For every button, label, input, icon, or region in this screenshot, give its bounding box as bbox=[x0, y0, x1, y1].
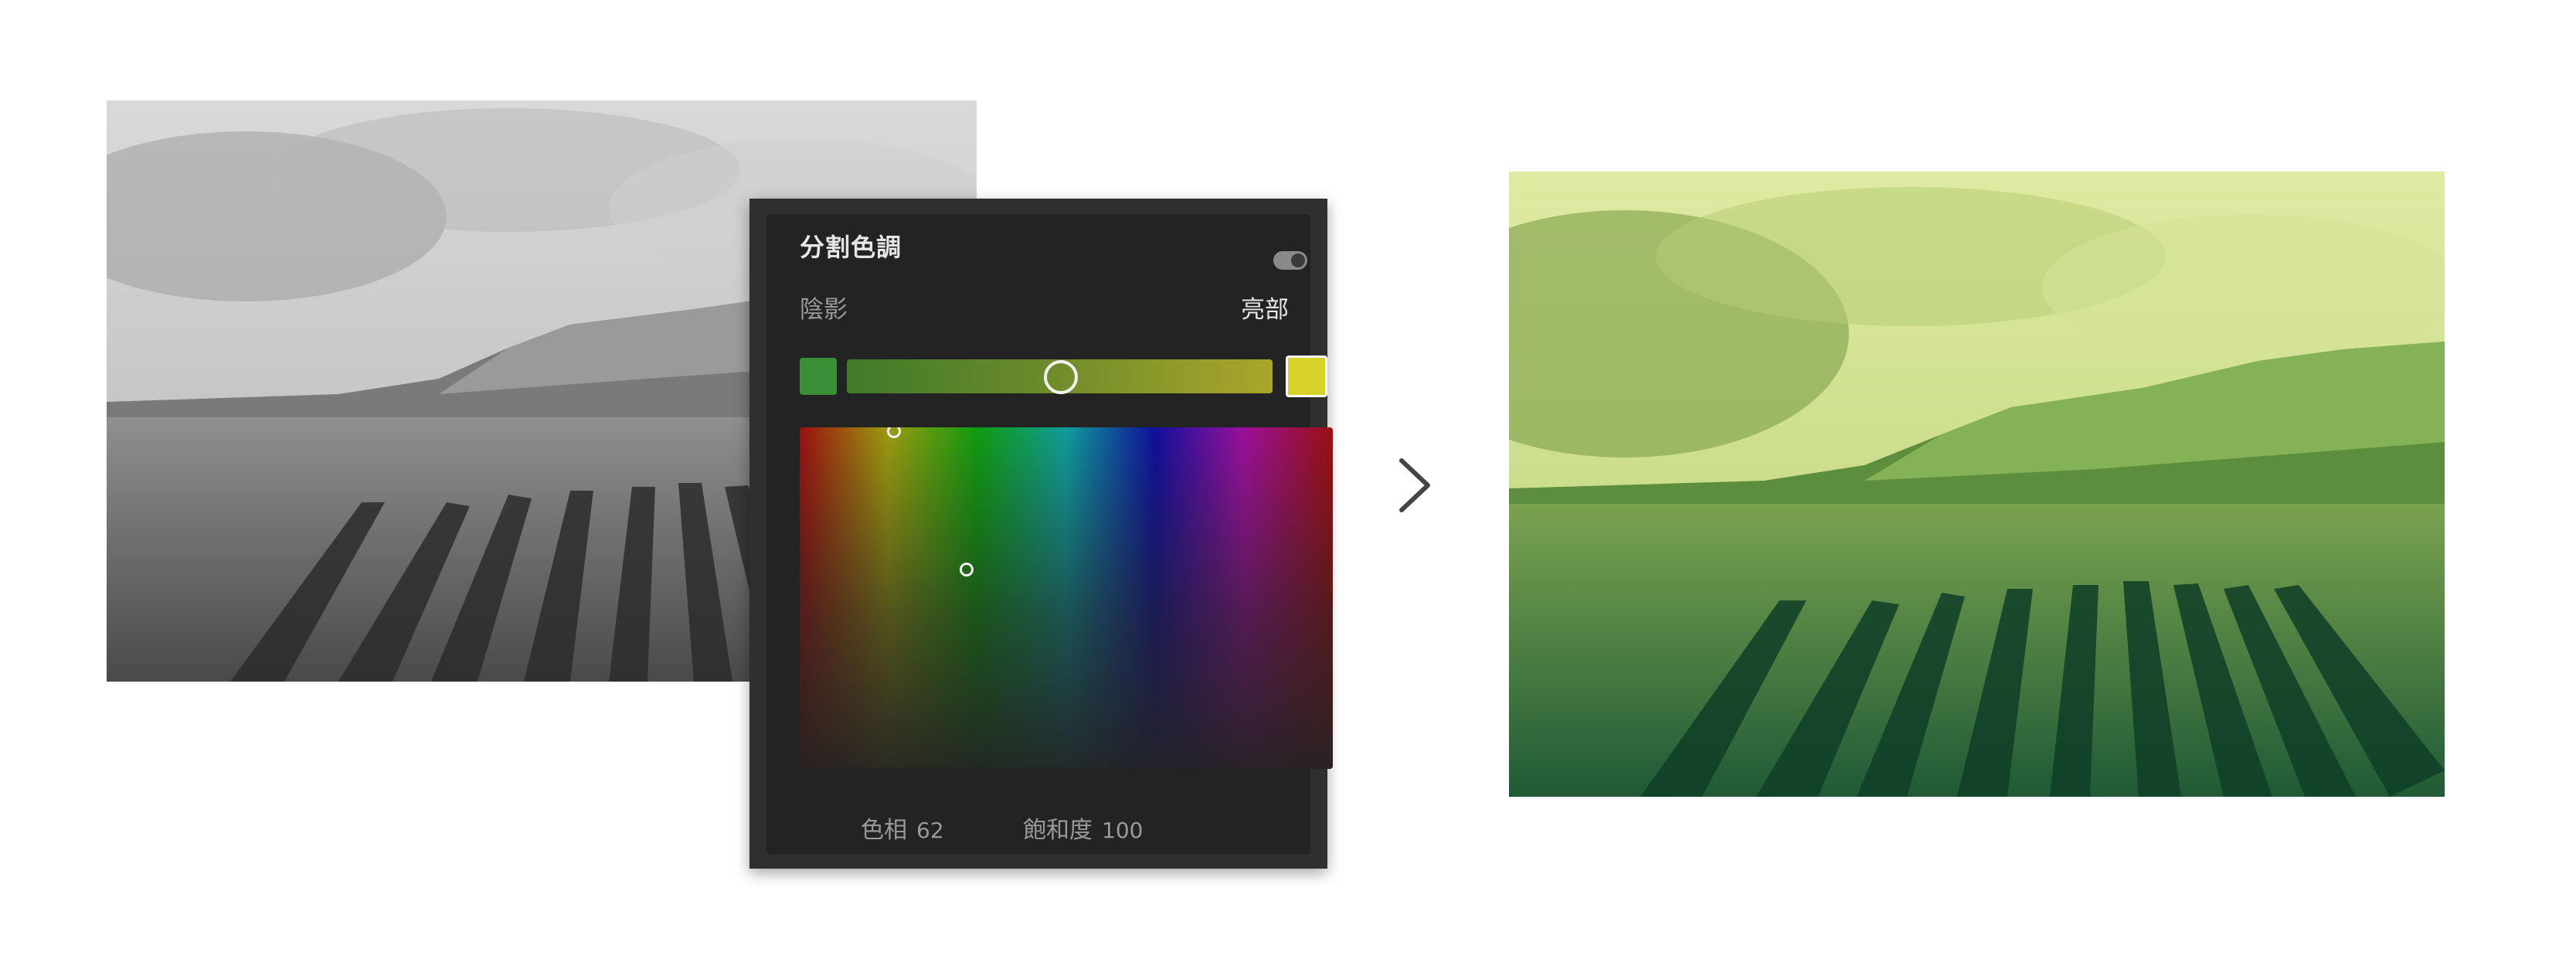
saturation-readout: 飽和度 100 bbox=[1023, 811, 1143, 845]
comparison-stage: 分割色調 陰影 亮部 色相 62 飽和度 100 bbox=[0, 0, 2576, 966]
saturation-value: 100 bbox=[1102, 818, 1144, 843]
toned-result-photo bbox=[1509, 172, 2445, 797]
split-toning-panel-body: 分割色調 陰影 亮部 色相 62 飽和度 100 bbox=[766, 214, 1333, 855]
balance-slider-thumb[interactable] bbox=[1044, 360, 1078, 394]
panel-title: 分割色調 bbox=[800, 233, 902, 262]
hue-saturation-picker[interactable] bbox=[800, 427, 1333, 769]
chevron-right-icon bbox=[1399, 458, 1430, 512]
hue-readout: 色相 62 bbox=[861, 811, 944, 845]
saturation-label: 飽和度 bbox=[1023, 817, 1093, 844]
balance-slider[interactable] bbox=[847, 359, 1273, 394]
toggle-knob bbox=[1291, 253, 1305, 267]
split-toning-panel: 分割色調 陰影 亮部 色相 62 飽和度 100 bbox=[749, 199, 1333, 869]
highlight-label: 亮部 bbox=[1241, 296, 1289, 324]
highlight-color-swatch[interactable] bbox=[1286, 355, 1327, 397]
saturation-overlay bbox=[800, 427, 1333, 769]
shadow-color-swatch[interactable] bbox=[800, 358, 837, 395]
split-toning-toggle[interactable] bbox=[1273, 251, 1307, 270]
landscape-toned-image bbox=[1509, 172, 2445, 797]
shadow-label: 陰影 bbox=[800, 296, 848, 324]
hue-label: 色相 bbox=[861, 817, 907, 844]
hue-value: 62 bbox=[916, 818, 944, 843]
shadow-hue-marker[interactable] bbox=[960, 563, 974, 577]
